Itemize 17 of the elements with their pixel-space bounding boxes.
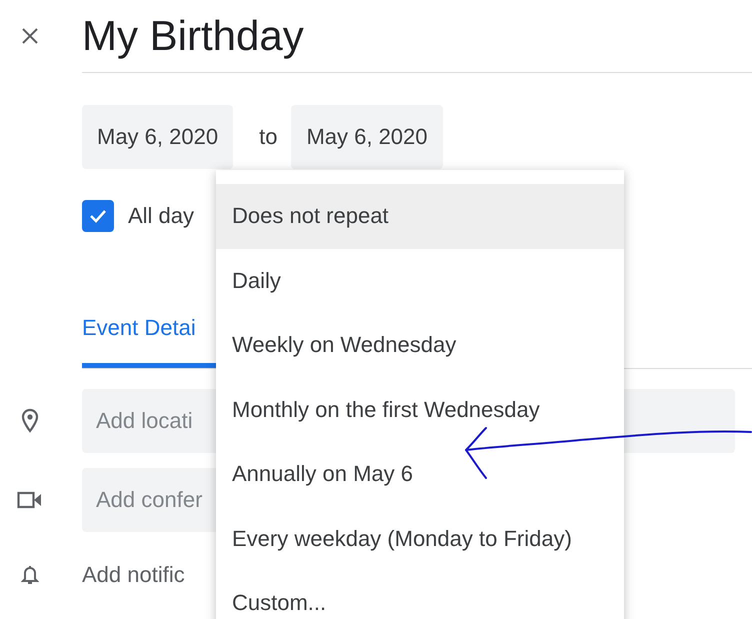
date-separator: to: [259, 124, 278, 150]
repeat-option[interactable]: Daily: [216, 248, 624, 313]
event-title[interactable]: My Birthday: [82, 12, 304, 60]
video-camera-icon: [17, 491, 43, 509]
repeat-option[interactable]: Does not repeat: [216, 184, 624, 248]
location-pin-icon: [21, 408, 39, 434]
add-notification-link[interactable]: Add notific: [82, 562, 185, 588]
all-day-label: All day: [128, 203, 194, 229]
repeat-option[interactable]: Every weekday (Monday to Friday): [216, 506, 624, 571]
close-icon[interactable]: [20, 26, 40, 46]
repeat-option[interactable]: Custom...: [216, 571, 624, 619]
all-day-checkbox[interactable]: [82, 200, 114, 232]
bell-icon: [21, 564, 39, 586]
repeat-option[interactable]: Monthly on the first Wednesday: [216, 378, 624, 442]
end-date-field[interactable]: May 6, 2020: [291, 105, 443, 169]
repeat-option[interactable]: Annually on May 6: [216, 442, 624, 506]
start-date-field[interactable]: May 6, 2020: [82, 105, 234, 169]
